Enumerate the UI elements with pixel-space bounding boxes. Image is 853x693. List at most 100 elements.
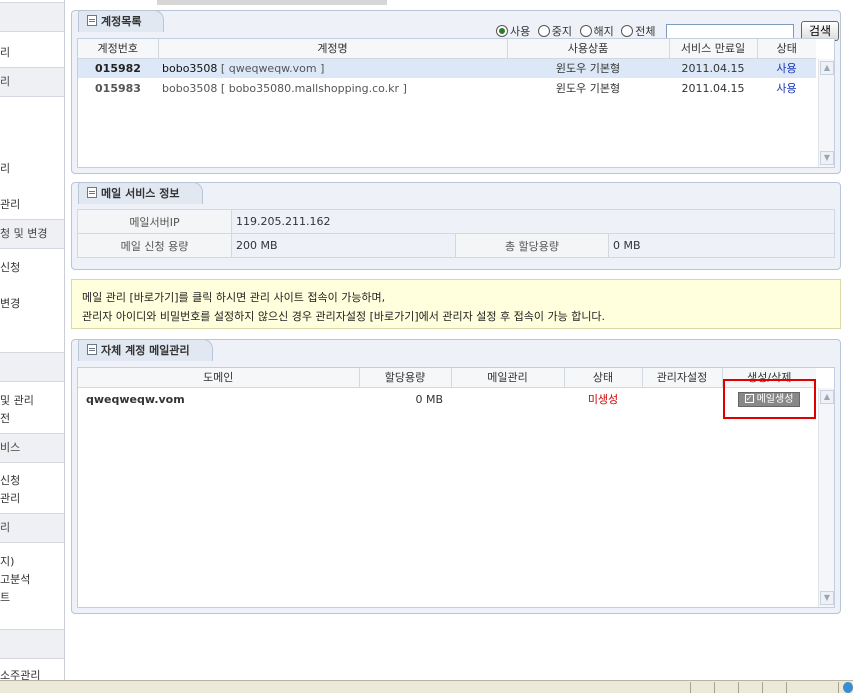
radio-icon[interactable]: [496, 25, 508, 37]
sidebar-header: [0, 629, 64, 659]
status-divider: [714, 682, 715, 693]
notice-line: 메일 관리 [바로가기]를 클릭 하시면 관리 사이트 접속이 가능하며,: [82, 291, 386, 304]
sidebar-header: [0, 2, 64, 32]
table-header-row: 계정번호 계정명 사용상품 서비스 만료일 상태: [78, 39, 816, 59]
highlight-frame: [723, 379, 816, 419]
scroll-down-icon[interactable]: ▼: [820, 151, 834, 165]
document-icon: [87, 344, 97, 355]
column-header: 할당용량: [359, 368, 452, 388]
status-divider: [786, 682, 787, 693]
panel-title: 자체 계정 메일관리: [101, 344, 190, 357]
column-header: 메일관리: [451, 368, 565, 388]
column-header: 도메인: [78, 368, 360, 388]
account-table-frame: 계정번호 계정명 사용상품 서비스 만료일 상태 015982 bobo3508…: [77, 38, 835, 168]
status-divider: [838, 682, 839, 693]
column-header: 사용상품: [507, 39, 670, 59]
sidebar-item[interactable]: 변경: [0, 295, 64, 311]
table-row[interactable]: 015983 bobo3508 [ bobo35080.mallshopping…: [78, 78, 816, 98]
notice-line: 관리자 아이디와 비밀번호를 설정하지 않으신 경우 관리자설정 [바로가기]에…: [82, 310, 606, 323]
account-status-link[interactable]: 사용: [757, 58, 816, 78]
sidebar-item[interactable]: 신청: [0, 259, 64, 275]
account-expiry: 2011.04.15: [681, 81, 745, 95]
server-ip-label: 메일서버IP: [77, 209, 232, 234]
sidebar-item[interactable]: 지): [0, 553, 64, 569]
status-divider: [738, 682, 739, 693]
sidebar-item[interactable]: 트: [0, 589, 64, 605]
column-header: 상태: [757, 39, 816, 59]
main-content: 계정목록 사용 중지 해지 전체 검색 계정번호 계정명 사용상품 서비스 만료…: [65, 0, 853, 680]
mail-info-tab: 메일 서비스 정보: [78, 182, 203, 204]
status-filter: 사용 중지 해지 전체: [492, 23, 656, 39]
table-row[interactable]: qweqweqw.vom 0 MB 미생성 메일생성: [78, 387, 816, 411]
sidebar-item[interactable]: 고분석: [0, 571, 64, 587]
panel-title: 계정목록: [101, 15, 142, 28]
top-decoration: [157, 0, 387, 5]
capacity-value: 200 MB: [231, 233, 456, 258]
account-id: 015982: [95, 61, 141, 75]
sidebar-header: 리: [0, 67, 64, 97]
filter-active[interactable]: 사용: [492, 25, 530, 38]
account-name[interactable]: bobo3508 [ qweqweqw.vom ]: [158, 58, 507, 78]
sidebar-header: 리: [0, 513, 64, 543]
capacity-label: 메일 신청 용량: [77, 233, 232, 258]
allocated-label: 총 할당용량: [455, 233, 609, 258]
account-list-panel: 계정목록 사용 중지 해지 전체 검색 계정번호 계정명 사용상품 서비스 만료…: [71, 10, 841, 174]
radio-icon[interactable]: [579, 25, 592, 37]
column-header: 관리자설정: [642, 368, 723, 388]
server-ip-value: 119.205.211.162: [231, 209, 835, 234]
sidebar-item[interactable]: 관리: [0, 490, 64, 506]
column-header: 계정명: [158, 39, 508, 59]
document-icon: [87, 187, 97, 198]
sidebar-item[interactable]: 관리: [0, 196, 64, 212]
account-expiry: 2011.04.15: [681, 61, 745, 75]
sidebar-item[interactable]: 리: [0, 44, 64, 60]
notice-box: 메일 관리 [바로가기]를 클릭 하시면 관리 사이트 접속이 가능하며, 관리…: [71, 279, 841, 329]
sidebar-header: [0, 352, 64, 382]
account-table: 계정번호 계정명 사용상품 서비스 만료일 상태 015982 bobo3508…: [78, 39, 816, 98]
mail-manage-cell: [451, 387, 564, 411]
sidebar-item[interactable]: 신청: [0, 472, 64, 488]
sidebar-item[interactable]: 전: [0, 410, 64, 426]
panel-title: 메일 서비스 정보: [101, 187, 180, 200]
sidebar-item[interactable]: 및 관리: [0, 392, 64, 408]
sidebar-header: 비스: [0, 433, 64, 463]
sidebar-item[interactable]: 리: [0, 160, 64, 176]
column-header: 상태: [564, 368, 643, 388]
filter-terminated[interactable]: 해지: [576, 25, 614, 38]
status-bar: [0, 680, 853, 693]
filter-suspended[interactable]: 중지: [534, 25, 572, 38]
account-list-tab: 계정목록: [78, 10, 165, 32]
capacity-cell: 0 MB: [415, 392, 443, 406]
radio-icon[interactable]: [537, 25, 550, 37]
account-product: 윈도우 기본형: [555, 62, 621, 76]
table-row[interactable]: 015982 bobo3508 [ qweqweqw.vom ] 윈도우 기본형…: [78, 58, 816, 78]
document-icon: [87, 15, 97, 26]
account-product: 윈도우 기본형: [555, 82, 621, 95]
account-id: 015983: [95, 81, 141, 95]
status-badge: 미생성: [587, 393, 619, 407]
table-header-row: 도메인 할당용량 메일관리 상태 관리자설정 생성/삭제: [78, 368, 816, 388]
domain-cell: qweqweqw.vom: [86, 392, 185, 406]
scroll-up-icon[interactable]: ▲: [820, 390, 834, 404]
radio-icon[interactable]: [621, 25, 634, 37]
globe-icon: [843, 682, 853, 693]
scrollbar[interactable]: ▲ ▼: [818, 59, 834, 167]
sidebar-header: 청 및 변경: [0, 219, 64, 249]
account-status-link[interactable]: 사용: [757, 78, 816, 98]
account-name[interactable]: bobo3508 [ bobo35080.mallshopping.co.kr …: [158, 78, 507, 98]
self-mail-tab: 자체 계정 메일관리: [78, 339, 213, 361]
admin-setting-cell: [642, 387, 722, 411]
scroll-up-icon[interactable]: ▲: [820, 61, 834, 75]
column-header: 서비스 만료일: [669, 39, 758, 59]
mail-info-table: 메일서버IP 119.205.211.162 메일 신청 용량 200 MB 총…: [77, 209, 835, 258]
status-divider: [690, 682, 691, 693]
status-divider: [762, 682, 763, 693]
scroll-down-icon[interactable]: ▼: [820, 591, 834, 605]
self-mail-table-frame: 도메인 할당용량 메일관리 상태 관리자설정 생성/삭제 qweqweqw.vo…: [77, 367, 835, 608]
filter-all[interactable]: 전체: [617, 25, 656, 38]
column-header: 계정번호: [78, 39, 159, 59]
mail-info-frame: 메일서버IP 119.205.211.162 메일 신청 용량 200 MB 총…: [77, 209, 835, 264]
sidebar-item[interactable]: 소주관리: [0, 667, 64, 680]
self-mail-table: 도메인 할당용량 메일관리 상태 관리자설정 생성/삭제 qweqweqw.vo…: [78, 368, 816, 411]
scrollbar[interactable]: ▲ ▼: [818, 388, 834, 607]
